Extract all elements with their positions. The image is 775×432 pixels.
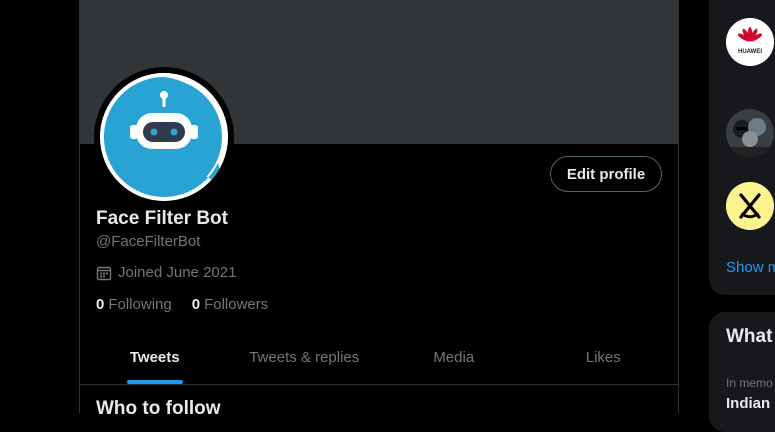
huawei-avatar[interactable]: HUAWEI: [726, 18, 774, 66]
following-label: Following: [108, 296, 172, 313]
whats-happening-card: What In memo Indian: [709, 312, 775, 432]
robot-avatar-image: [100, 73, 228, 201]
suggestions-card: HUAWEI Show m: [709, 0, 775, 295]
joined-text: Joined June 2021: [118, 264, 237, 281]
profile-name: Face Filter Bot: [96, 208, 228, 229]
huawei-logo-text: HUAWEI: [738, 49, 762, 55]
following-count: 0: [96, 296, 105, 313]
edit-profile-button[interactable]: Edit profile: [550, 156, 662, 192]
whats-happening-heading: What: [726, 326, 773, 347]
follow-stats: 0 Following 0 Followers: [96, 296, 268, 313]
tab-tweets-replies[interactable]: Tweets & replies: [230, 330, 380, 384]
profile-tabs: Tweets Tweets & replies Media Likes: [80, 330, 678, 385]
calendar-icon: [96, 266, 112, 280]
snp-avatar[interactable]: [726, 182, 774, 230]
huawei-logo-icon: HUAWEI: [726, 18, 774, 66]
snp-logo-icon: [726, 182, 774, 230]
followers-link[interactable]: 0 Followers: [192, 296, 269, 313]
tab-tweets[interactable]: Tweets: [80, 330, 230, 384]
profile-handle: @FaceFilterBot: [96, 233, 201, 250]
profile-avatar[interactable]: [94, 67, 234, 207]
robot-icon: [100, 73, 228, 201]
followers-label: Followers: [204, 296, 269, 313]
tab-media[interactable]: Media: [379, 330, 529, 384]
group-photo-icon: [726, 109, 774, 157]
trend-title[interactable]: Indian: [726, 395, 770, 412]
profile-column: Edit profile Face Filter Bot @FaceFilter…: [79, 0, 679, 419]
following-link[interactable]: 0 Following: [96, 296, 172, 313]
group-photo-avatar[interactable]: [726, 109, 774, 157]
who-to-follow-heading: Who to follow: [96, 398, 221, 419]
trend-context: In memo: [726, 376, 773, 390]
joined-date: Joined June 2021: [96, 264, 236, 281]
show-more-link[interactable]: Show m: [726, 259, 775, 276]
followers-count: 0: [191, 296, 201, 313]
tab-likes[interactable]: Likes: [529, 330, 679, 384]
